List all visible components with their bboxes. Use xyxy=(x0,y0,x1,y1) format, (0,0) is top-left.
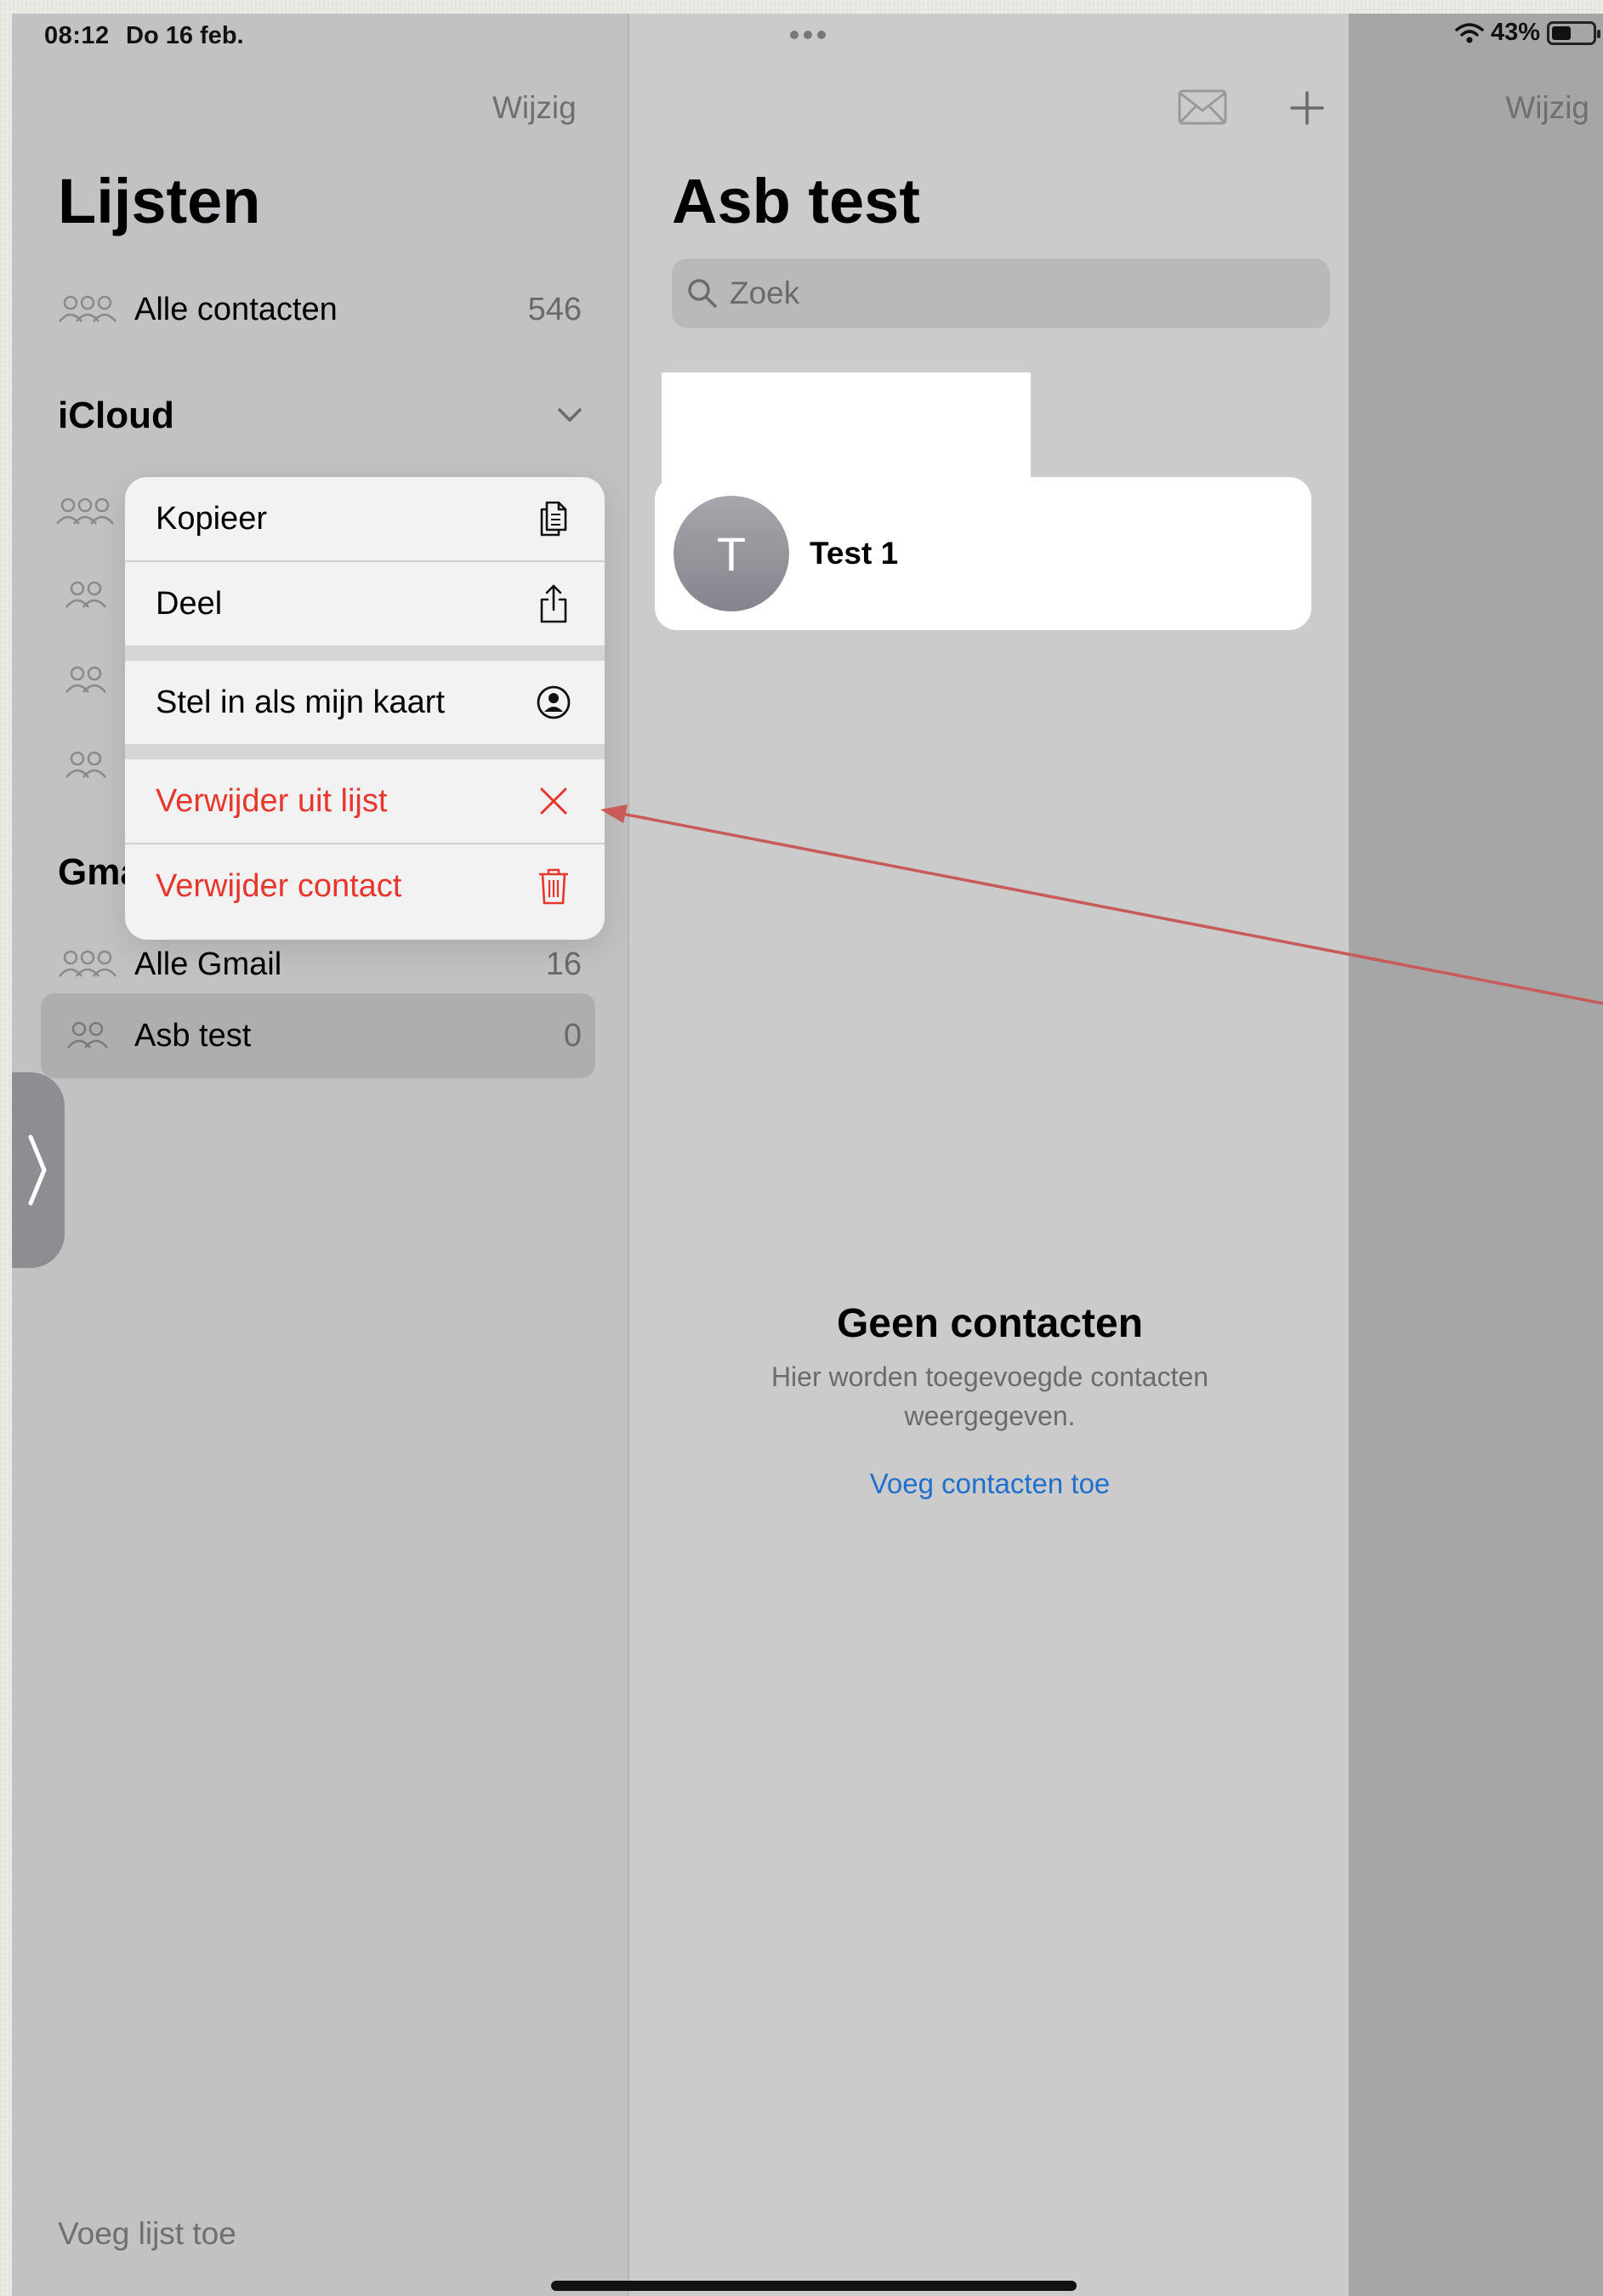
contact-detail-pane: Wijzig xyxy=(1349,14,1603,2296)
status-indicators: 43% xyxy=(1455,19,1600,47)
search-placeholder: Zoek xyxy=(730,276,800,310)
contact-name: Test 1 xyxy=(810,536,899,571)
chevron-right-icon xyxy=(28,1134,47,1206)
avatar: T xyxy=(674,496,789,611)
contact-list-pane: Asb test Zoek T Test 1 Geen contacten Hi… xyxy=(628,14,1349,2296)
home-indicator[interactable] xyxy=(551,2281,1077,2291)
list-item-label: Alle Gmail xyxy=(134,946,282,982)
list-item-count: 546 xyxy=(527,291,582,327)
menu-item-label: Stel in als mijn kaart xyxy=(156,684,446,720)
copy-icon xyxy=(533,497,574,540)
menu-item-remove-from-list[interactable]: Verwijder uit lijst xyxy=(125,759,605,843)
menu-group-divider xyxy=(125,645,605,661)
menu-item-share[interactable]: Deel xyxy=(125,562,605,645)
xmark-icon xyxy=(533,786,574,816)
empty-state-subtitle: Hier worden toegevoegde contacten weerge… xyxy=(770,1361,1209,1431)
context-preview-tab xyxy=(662,372,1031,483)
menu-group-divider xyxy=(125,744,605,759)
group-icon xyxy=(65,751,106,778)
trash-icon xyxy=(533,866,574,906)
list-item-count: 0 xyxy=(563,1017,582,1054)
empty-state-title: Geen contacten xyxy=(836,1301,1144,1346)
menu-item-delete-contact[interactable]: Verwijder contact xyxy=(125,844,605,928)
add-contacts-link[interactable]: Voeg contacten toe xyxy=(629,1468,1350,1500)
menu-item-label: Kopieer xyxy=(156,500,267,537)
sidebar-collapse-handle[interactable] xyxy=(12,1072,65,1268)
group-icon xyxy=(65,666,106,693)
menu-item-copy[interactable]: Kopieer xyxy=(125,477,605,560)
person-circle-icon xyxy=(533,685,574,720)
plus-icon[interactable] xyxy=(1289,90,1325,126)
list-item-count: 16 xyxy=(545,946,582,982)
add-list-button[interactable]: Voeg lijst toe xyxy=(58,2216,236,2252)
sidebar-title: Lijsten xyxy=(58,166,261,236)
search-icon xyxy=(688,279,717,308)
list-item-label: Asb test xyxy=(134,1017,252,1054)
list-item-all-contacts[interactable]: Alle contacten 546 xyxy=(41,269,595,350)
group-icon xyxy=(41,293,134,327)
status-date: Do 16 feb. xyxy=(126,22,244,49)
battery-icon xyxy=(1547,20,1600,45)
lists-sidebar: Wijzig Lijsten Alle contacten 546 iCloud xyxy=(12,14,628,2296)
mail-icon[interactable] xyxy=(1177,88,1228,126)
search-field[interactable]: Zoek xyxy=(672,259,1330,328)
menu-item-label: Verwijder uit lijst xyxy=(156,782,388,819)
group-icon xyxy=(41,947,134,981)
ipad-screen: Wijzig Lijsten Alle contacten 546 iCloud xyxy=(12,14,1603,2296)
page-title: Asb test xyxy=(672,166,920,236)
sidebar-edit-button[interactable]: Wijzig xyxy=(492,90,577,126)
list-item-label: Alle contacten xyxy=(134,291,338,327)
wifi-icon xyxy=(1455,22,1484,43)
section-header-icloud[interactable]: iCloud xyxy=(58,395,174,437)
list-item-asb-test[interactable]: Asb test 0 xyxy=(41,993,595,1078)
battery-percentage: 43% xyxy=(1490,19,1540,46)
contact-preview-card[interactable]: T Test 1 xyxy=(655,477,1311,630)
context-menu: Kopieer Deel Stel in als mijn kaart Verw… xyxy=(125,477,605,940)
menu-item-label: Verwijder contact xyxy=(156,867,402,904)
group-icon xyxy=(41,1019,134,1053)
multitasking-dots-icon[interactable] xyxy=(790,31,826,39)
share-icon xyxy=(533,583,574,625)
detail-edit-button[interactable]: Wijzig xyxy=(1505,90,1589,126)
status-time: 08:12 xyxy=(44,22,110,49)
menu-item-set-my-card[interactable]: Stel in als mijn kaart xyxy=(125,661,605,744)
menu-item-label: Deel xyxy=(156,585,223,622)
chevron-down-icon[interactable] xyxy=(554,405,585,425)
group-icon xyxy=(65,581,106,608)
group-icon xyxy=(56,497,114,525)
